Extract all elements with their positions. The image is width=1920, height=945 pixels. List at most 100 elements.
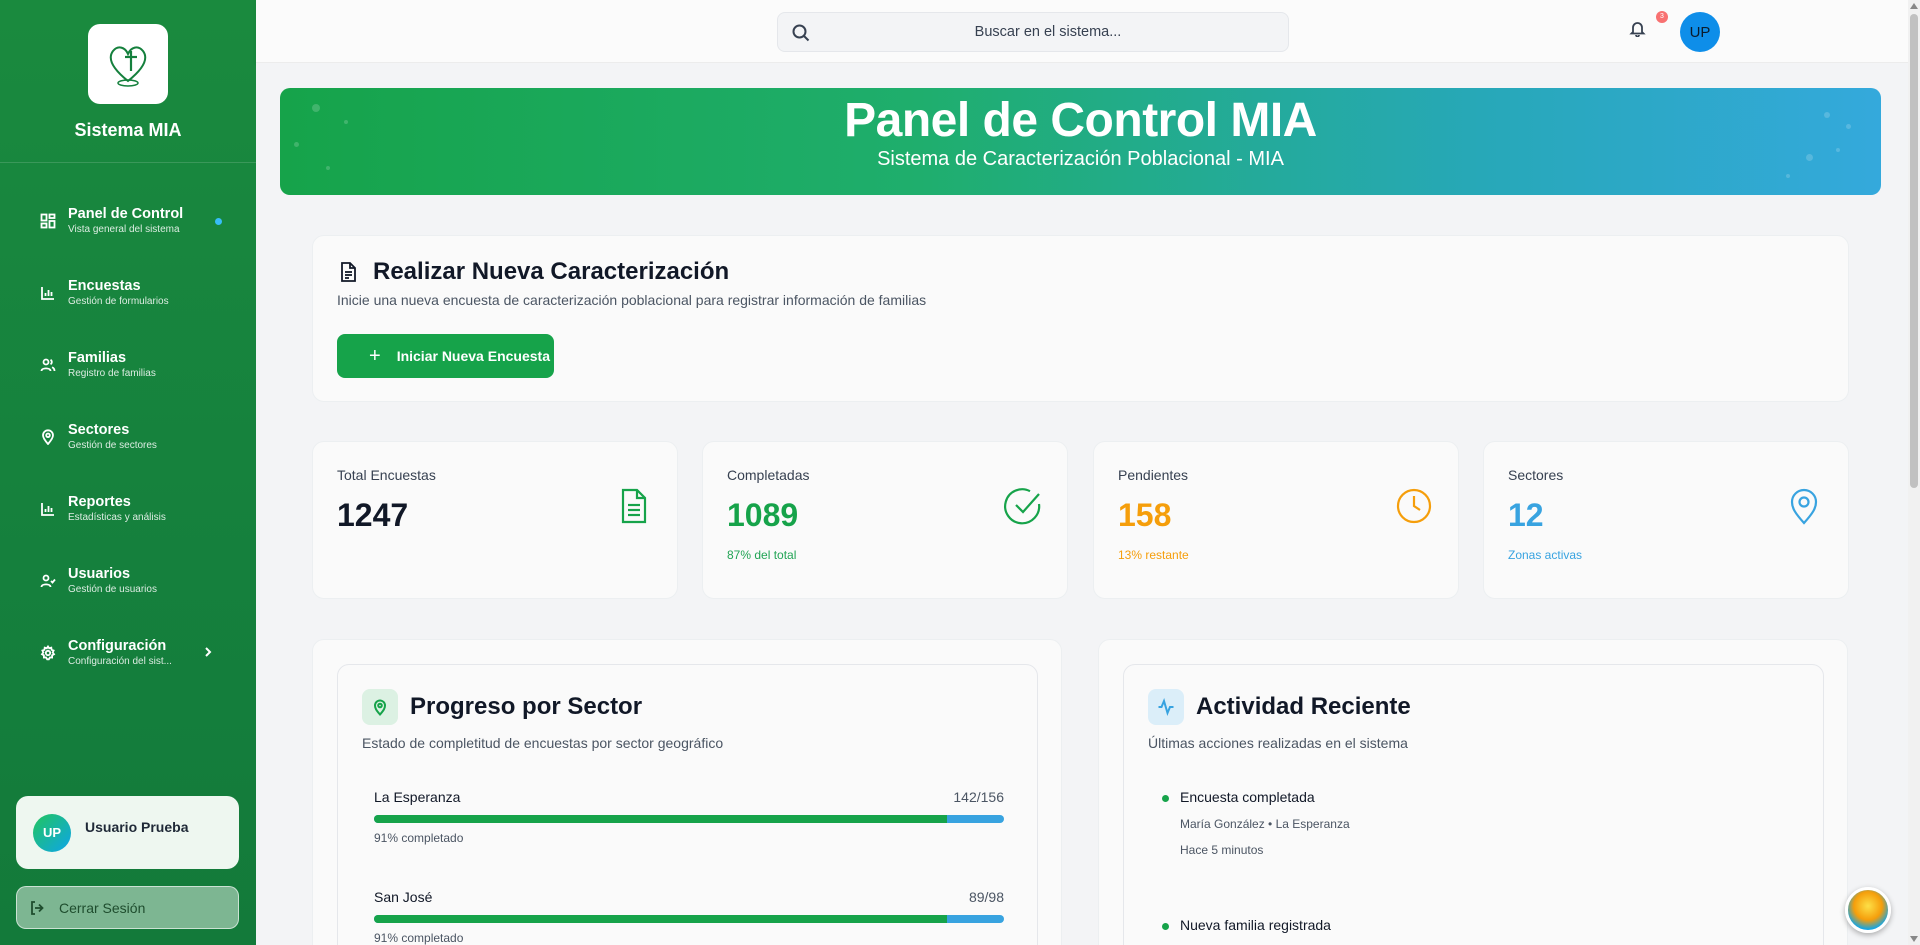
search-input[interactable] (818, 13, 1278, 51)
decorative-dot (1846, 124, 1851, 129)
new-survey-description: Inicie una nueva encuesta de caracteriza… (337, 292, 927, 308)
start-new-survey-button[interactable]: + Iniciar Nueva Encuesta (337, 334, 554, 378)
progress-bar (374, 815, 1004, 823)
sidebar-item-sectores[interactable]: Sectores Gestión de sectores (0, 401, 256, 473)
sidebar-item-sublabel: Configuración del sist... (68, 656, 172, 667)
user-avatar-button[interactable]: UP (1680, 12, 1720, 52)
stat-note: Zonas activas (1508, 548, 1583, 562)
page-scrollbar[interactable] (1908, 0, 1920, 945)
stat-card-total: Total Encuestas 1247 (312, 441, 678, 599)
sector-progress-item: La Esperanza 142/156 91% completado (374, 789, 1004, 845)
sidebar-item-label: Panel de Control (68, 206, 184, 222)
sidebar-item-familias[interactable]: Familias Registro de familias (0, 329, 256, 401)
logout-label: Cerrar Sesión (59, 899, 146, 916)
activity-item-time: Hace 5 minutos (1180, 843, 1264, 857)
decorative-dot (294, 142, 299, 147)
search-box[interactable] (777, 12, 1289, 52)
decorative-dot (344, 120, 348, 124)
assistant-floating-button[interactable] (1845, 887, 1891, 933)
stat-label: Pendientes (1118, 467, 1189, 483)
progress-bar (374, 915, 1004, 923)
avatar: UP (33, 813, 71, 852)
sector-count: 142/156 (953, 789, 1004, 805)
notification-badge: 3 (1656, 11, 1668, 23)
user-check-icon (40, 573, 56, 589)
sidebar-item-reportes[interactable]: Reportes Estadísticas y análisis (0, 473, 256, 545)
decorative-dot (1786, 174, 1790, 178)
plus-icon: + (369, 345, 381, 367)
stat-label: Completadas (727, 467, 810, 483)
progress-bar-fill (374, 915, 948, 923)
active-indicator (215, 218, 222, 225)
app-logo[interactable] (88, 24, 168, 104)
scroll-up-arrow-icon[interactable] (1910, 3, 1918, 9)
progress-heading: Progreso por Sector (362, 689, 642, 725)
sidebar-item-sublabel: Estadísticas y análisis (68, 512, 166, 523)
map-pin-icon (1784, 486, 1824, 526)
brand: Sistema MIA (0, 0, 256, 163)
sector-percent: 91% completado (374, 931, 464, 945)
activity-item-title: Nueva familia registrada (1180, 917, 1331, 933)
map-pin-icon (362, 689, 398, 725)
progress-inner-card: Progreso por Sector Estado de completitu… (337, 664, 1038, 945)
activity-icon (1148, 689, 1184, 725)
user-card[interactable]: UP Usuario Prueba (16, 796, 239, 869)
users-icon (40, 357, 56, 373)
sidebar-item-usuarios[interactable]: Usuarios Gestión de usuarios (0, 545, 256, 617)
logout-icon (31, 900, 44, 915)
activity-inner-card: Actividad Reciente Últimas acciones real… (1123, 664, 1824, 945)
stat-label: Total Encuestas (337, 467, 436, 483)
decorative-dot (312, 104, 320, 112)
sidebar-item-sublabel: Registro de familias (68, 368, 156, 379)
map-pin-icon (40, 429, 56, 445)
new-survey-heading: Realizar Nueva Caracterización (337, 258, 729, 286)
button-label: Iniciar Nueva Encuesta (396, 348, 550, 364)
stat-label: Sectores (1508, 467, 1564, 483)
stat-value: 1089 (727, 497, 799, 533)
scroll-down-arrow-icon[interactable] (1910, 936, 1918, 942)
dashboard-icon (40, 213, 56, 229)
scrollbar-thumb[interactable] (1910, 14, 1918, 488)
sidebar-item-label: Familias (68, 350, 127, 366)
sidebar-item-sublabel: Vista general del sistema (68, 224, 180, 235)
search-icon (792, 24, 810, 42)
activity-title: Actividad Reciente (1196, 693, 1411, 720)
app-name: Sistema MIA (74, 120, 182, 140)
sector-progress-item: San José 89/98 91% completado (374, 889, 1004, 945)
sidebar-item-configuracion[interactable]: Configuración Configuración del sist... (0, 617, 256, 689)
bell-icon (1629, 22, 1646, 38)
sector-count: 89/98 (968, 889, 1004, 905)
logout-button[interactable]: Cerrar Sesión (16, 886, 239, 929)
hero-banner: Panel de Control MIA Sistema de Caracter… (280, 88, 1881, 195)
chevron-right-icon[interactable] (201, 645, 215, 659)
sidebar-item-sublabel: Gestión de usuarios (68, 584, 157, 595)
decorative-dot (1824, 112, 1830, 118)
new-survey-title: Realizar Nueva Caracterización (373, 258, 730, 285)
stat-note: 87% del total (727, 548, 797, 562)
activity-dot (1162, 923, 1169, 930)
heart-cross-logo-icon (109, 46, 147, 87)
decorative-dot (1836, 148, 1840, 152)
bar-chart-icon (40, 285, 56, 301)
document-icon (341, 262, 356, 282)
sidebar-item-encuestas[interactable]: Encuestas Gestión de formularios (0, 257, 256, 329)
activity-item: Nueva familia registrada (1162, 917, 1331, 933)
sidebar-item-label: Sectores (68, 422, 130, 438)
sector-name: San José (374, 889, 433, 905)
sidebar: Sistema MIA Panel de Control Vista gener… (0, 0, 256, 945)
topbar: 3 UP (256, 0, 1908, 63)
sidebar-item-panel-de-control[interactable]: Panel de Control Vista general del siste… (0, 185, 256, 257)
notification-bell[interactable] (1629, 20, 1649, 40)
activity-panel: Actividad Reciente Últimas acciones real… (1098, 639, 1848, 945)
stat-card-sectors: Sectores 12 Zonas activas (1483, 441, 1849, 599)
activity-description: Últimas acciones realizadas en el sistem… (1148, 735, 1408, 751)
sidebar-item-label: Usuarios (68, 566, 131, 582)
sidebar-nav: Panel de Control Vista general del siste… (0, 163, 256, 689)
sidebar-item-sublabel: Gestión de sectores (68, 440, 157, 451)
activity-item-meta: María González • La Esperanza (1180, 817, 1350, 831)
stat-value: 1247 (337, 497, 409, 533)
page-title: Panel de Control MIA (844, 94, 1317, 147)
activity-heading: Actividad Reciente (1148, 689, 1411, 725)
new-survey-card: Realizar Nueva Caracterización Inicie un… (312, 235, 1849, 402)
sidebar-item-label: Encuestas (68, 278, 141, 294)
